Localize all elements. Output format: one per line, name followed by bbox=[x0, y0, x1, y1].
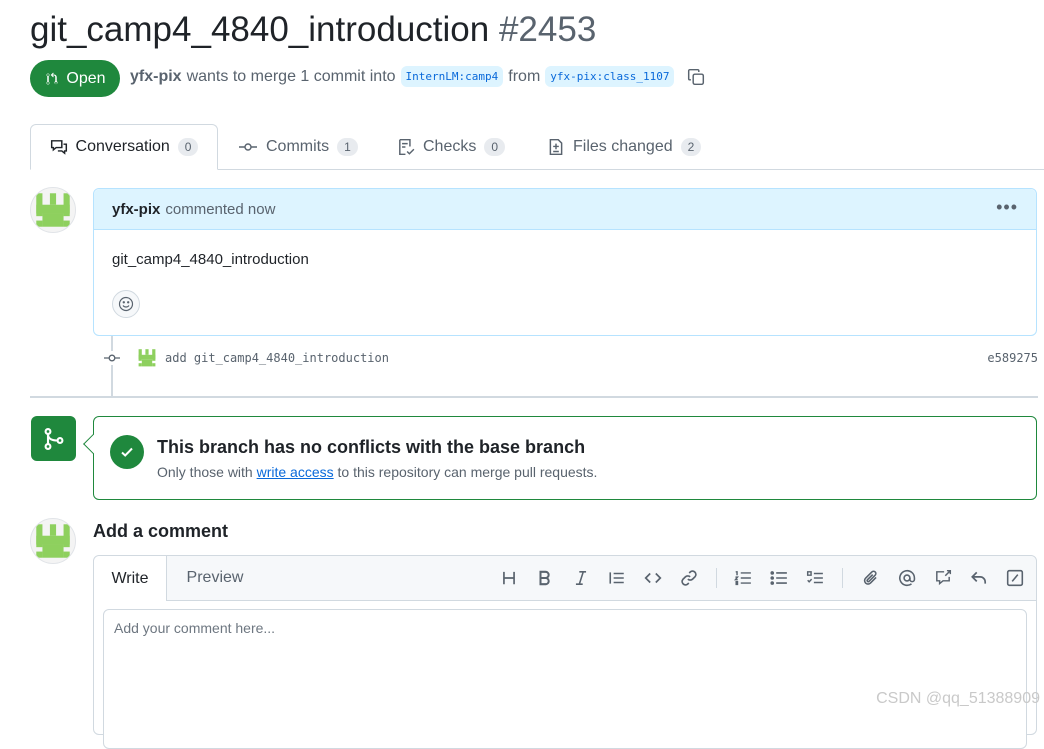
slash-commands-icon[interactable] bbox=[1005, 568, 1025, 588]
merge-status-title: This branch has no conflicts with the ba… bbox=[157, 437, 586, 457]
pr-title-text: git_camp4_4840_introduction bbox=[30, 10, 490, 49]
comment-discussion-icon bbox=[50, 140, 67, 155]
bold-icon[interactable] bbox=[535, 568, 555, 588]
merge-sub-before: Only those with bbox=[157, 464, 253, 480]
timeline-divider bbox=[30, 396, 1038, 398]
tab-commits-label: Commits bbox=[266, 138, 330, 155]
write-access-link[interactable]: write access bbox=[257, 464, 334, 480]
base-branch[interactable]: InternLM:camp4 bbox=[400, 66, 504, 87]
tab-files-changed[interactable]: Files changed 2 bbox=[547, 124, 702, 170]
quote-icon[interactable] bbox=[607, 568, 627, 588]
commit-icon bbox=[103, 351, 121, 365]
avatar[interactable] bbox=[30, 187, 76, 233]
commit-row: add git_camp4_4840_introduction e589275 bbox=[103, 346, 1038, 370]
comment-action: commented now bbox=[165, 200, 276, 218]
code-icon[interactable] bbox=[643, 568, 663, 588]
commit-icon bbox=[239, 143, 257, 151]
tab-files-changed-count: 2 bbox=[680, 138, 702, 156]
toolbar-separator bbox=[716, 568, 717, 588]
tab-commits[interactable]: Commits 1 bbox=[238, 124, 358, 170]
task-list-icon[interactable] bbox=[805, 568, 825, 588]
reply-icon[interactable] bbox=[969, 568, 989, 588]
merge-status-subtitle: Only those with write access to this rep… bbox=[157, 464, 597, 480]
tab-conversation[interactable]: Conversation 0 bbox=[30, 124, 218, 170]
checklist-icon bbox=[399, 138, 415, 156]
merge-status-box: This branch has no conflicts with the ba… bbox=[93, 416, 1037, 500]
kebab-horizontal-icon[interactable]: ••• bbox=[996, 197, 1018, 218]
identicon bbox=[31, 519, 75, 563]
pr-number: #2453 bbox=[498, 10, 597, 49]
commit-author-avatar[interactable] bbox=[137, 348, 157, 368]
tab-checks-label: Checks bbox=[423, 138, 477, 155]
pr-state-label: Open bbox=[66, 69, 106, 87]
preview-tab[interactable]: Preview bbox=[166, 556, 264, 600]
comment-body: git_camp4_4840_introduction bbox=[112, 251, 309, 268]
diff-icon bbox=[549, 138, 563, 156]
mention-icon[interactable] bbox=[897, 568, 917, 588]
current-user-avatar[interactable] bbox=[30, 518, 76, 564]
add-reaction-button[interactable] bbox=[112, 290, 140, 318]
commit-message[interactable]: add git_camp4_4840_introduction bbox=[165, 351, 389, 365]
pr-title: git_camp4_4840_introduction #2453 bbox=[30, 8, 596, 52]
numbered-list-icon[interactable] bbox=[733, 568, 753, 588]
paperclip-icon[interactable] bbox=[861, 568, 881, 588]
check-circle-icon bbox=[110, 435, 144, 469]
head-branch[interactable]: yfx-pix:class_1107 bbox=[545, 66, 675, 87]
comment-textarea[interactable]: Add your comment here... bbox=[103, 609, 1027, 749]
pr-author-link[interactable]: yfx-pix bbox=[130, 68, 182, 86]
unordered-list-icon[interactable] bbox=[769, 568, 789, 588]
tab-files-changed-label: Files changed bbox=[573, 138, 673, 155]
pr-meta-text: wants to merge 1 commit into bbox=[186, 67, 396, 85]
pr-state-badge: Open bbox=[30, 60, 120, 97]
editor-toolbar: Write Preview bbox=[94, 556, 1036, 601]
copy-icon[interactable] bbox=[687, 68, 705, 86]
italic-icon[interactable] bbox=[571, 568, 591, 588]
tab-checks[interactable]: Checks 0 bbox=[397, 124, 506, 170]
comment-editor: Write Preview Add your comment here... bbox=[93, 555, 1037, 749]
pr-meta: yfx-pix wants to merge 1 commit into Int… bbox=[130, 66, 705, 87]
cross-reference-icon[interactable] bbox=[933, 568, 953, 588]
link-icon[interactable] bbox=[679, 568, 699, 588]
smiley-icon bbox=[118, 296, 134, 312]
watermark: CSDN @qq_51388909 bbox=[876, 690, 1040, 707]
git-merge-icon bbox=[31, 416, 76, 461]
identicon bbox=[31, 188, 75, 232]
tab-conversation-count: 0 bbox=[177, 138, 199, 156]
tab-conversation-label: Conversation bbox=[75, 138, 170, 155]
merge-sub-after: to this repository can merge pull reques… bbox=[337, 464, 598, 480]
git-pull-request-icon bbox=[46, 72, 58, 84]
toolbar-separator bbox=[842, 568, 843, 588]
write-tab[interactable]: Write bbox=[94, 556, 167, 601]
add-comment-title: Add a comment bbox=[93, 521, 229, 541]
tab-checks-count: 0 bbox=[484, 138, 506, 156]
commit-sha[interactable]: e589275 bbox=[987, 351, 1038, 365]
tab-commits-count: 1 bbox=[337, 138, 358, 156]
pr-from-text: from bbox=[508, 67, 541, 85]
comment-card: yfx-pix commented now ••• git_camp4_4840… bbox=[93, 188, 1037, 336]
comment-header: yfx-pix commented now bbox=[94, 189, 1036, 230]
comment-author[interactable]: yfx-pix bbox=[112, 201, 160, 218]
heading-icon[interactable] bbox=[499, 568, 519, 588]
